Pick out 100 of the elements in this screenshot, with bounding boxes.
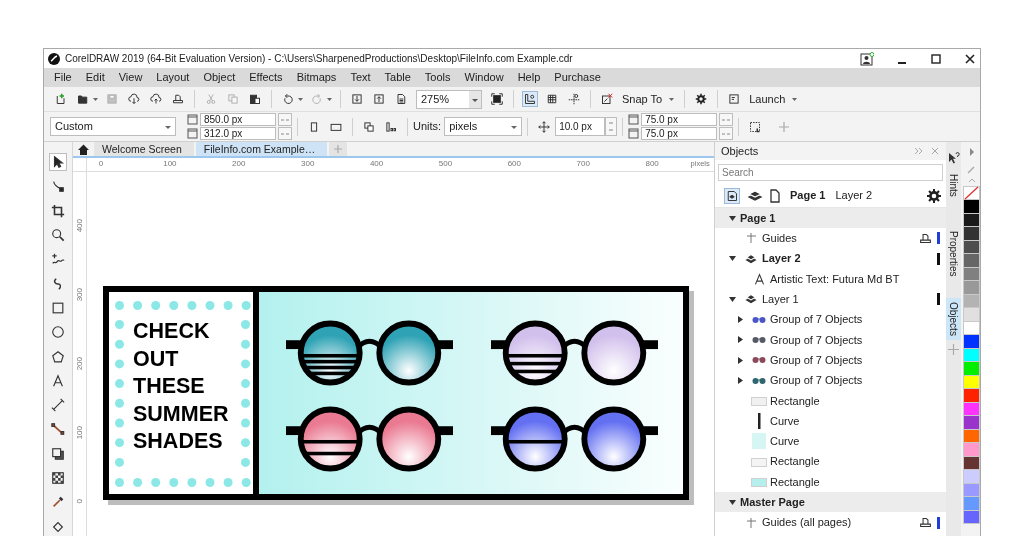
- object-label[interactable]: Group of 7 Objects: [770, 351, 940, 369]
- color-swatch[interactable]: [963, 281, 980, 295]
- maximize-icon[interactable]: [930, 52, 942, 65]
- object-label[interactable]: Artistic Text: Futura Md BT: [770, 270, 940, 288]
- cloud-download-icon[interactable]: [126, 91, 142, 107]
- checkerboard-icon[interactable]: [49, 469, 67, 487]
- color-swatch[interactable]: [963, 470, 980, 484]
- input-field[interactable]: 312.0 px: [200, 127, 276, 140]
- object-label[interactable]: Group of 7 Objects: [770, 311, 940, 328]
- input-field[interactable]: 850.0 px: [200, 113, 276, 126]
- import-icon[interactable]: [349, 91, 365, 107]
- caret-icon[interactable]: [737, 377, 744, 384]
- ruler-icon[interactable]: [522, 91, 538, 107]
- object-label[interactable]: Curve: [770, 412, 940, 430]
- object-label[interactable]: Guides (all pages): [762, 514, 919, 531]
- color-swatch[interactable]: [963, 335, 980, 349]
- layer-label[interactable]: Layer 1: [762, 291, 932, 308]
- side-tab[interactable]: Hints: [946, 170, 961, 201]
- color-swatch[interactable]: [963, 200, 980, 214]
- pointer-icon[interactable]: [49, 153, 67, 172]
- fullscreen-icon[interactable]: [489, 91, 505, 107]
- printer-icon[interactable]: [919, 516, 932, 530]
- page-icon[interactable]: [767, 187, 783, 204]
- menu-item[interactable]: Layout: [149, 68, 197, 87]
- zoom-level-dropdown[interactable]: 275%: [416, 89, 482, 109]
- object-label[interactable]: Group of 7 Objects: [770, 331, 940, 349]
- color-swatch[interactable]: [963, 443, 980, 457]
- snap-off-icon[interactable]: [599, 91, 615, 107]
- menu-item[interactable]: Tools: [417, 68, 458, 87]
- text-object-icon[interactable]: [752, 272, 766, 286]
- ruler-label: 0: [73, 499, 85, 504]
- menu-item[interactable]: File: [47, 68, 79, 87]
- units-label: Units:: [413, 119, 442, 135]
- side-tab[interactable]: Objects: [946, 298, 961, 341]
- layer-label[interactable]: Layer 2: [762, 250, 932, 267]
- no-color-swatch[interactable]: [963, 186, 980, 200]
- printer-icon[interactable]: [919, 231, 932, 245]
- arrow-icon[interactable]: [968, 148, 975, 156]
- document-tab[interactable]: Welcome Screen: [94, 142, 194, 156]
- search-field[interactable]: Search: [718, 164, 943, 181]
- color-swatch[interactable]: [963, 308, 980, 322]
- settings-icon[interactable]: [926, 187, 942, 204]
- window-title: CorelDRAW 2019 (64-Bit Evaluation Version) - C:\Users\SharpenedProductions\Desktop\FileInfo.com Example.cdr: [65, 52, 574, 66]
- object-label[interactable]: Rectangle: [770, 453, 940, 470]
- menu-item[interactable]: Effects: [242, 68, 290, 87]
- page-label[interactable]: Master Page: [740, 494, 940, 511]
- page-dimension-icon: [187, 128, 198, 139]
- object-label[interactable]: Rectangle: [770, 473, 940, 491]
- menu-item[interactable]: Help: [510, 68, 548, 87]
- units-dropdown[interactable]: pixels: [444, 117, 523, 136]
- color-swatch[interactable]: [963, 227, 980, 241]
- duplicate-distance-icon: [628, 128, 640, 139]
- caret-icon[interactable]: [737, 336, 744, 344]
- object-label[interactable]: Rectangle: [770, 392, 940, 410]
- profile-icon[interactable]: [860, 51, 874, 66]
- input-field[interactable]: 10.0 px: [555, 117, 606, 136]
- document-tab[interactable]: FileInfo.com Example…: [195, 142, 328, 156]
- caret-icon[interactable]: [469, 90, 481, 108]
- menu-item[interactable]: Object: [196, 68, 243, 87]
- guides-line-icon: [745, 232, 757, 245]
- close-icon[interactable]: [964, 52, 976, 65]
- menu-item[interactable]: Bitmaps: [289, 68, 344, 87]
- color-swatch[interactable]: [963, 389, 980, 403]
- object-label[interactable]: Curve: [770, 433, 940, 450]
- menu-item[interactable]: Table: [377, 68, 418, 87]
- color-swatch[interactable]: [963, 497, 980, 511]
- input-field[interactable]: 75.0 px: [641, 127, 718, 140]
- page-label[interactable]: Page 1: [740, 209, 940, 227]
- object-label[interactable]: Guides: [762, 230, 919, 247]
- current-page-label: Page 1: [790, 188, 826, 204]
- home-icon[interactable]: [77, 142, 90, 156]
- ruler-label: 0: [97, 158, 105, 170]
- launch-button[interactable]: Launch: [745, 90, 803, 108]
- ruler-label: 800: [644, 158, 660, 170]
- side-tab[interactable]: Properties: [946, 226, 961, 281]
- snap-to-button[interactable]: Snap To: [618, 90, 680, 108]
- page-layer-icon[interactable]: [724, 187, 740, 204]
- help-pointer-icon[interactable]: [947, 152, 960, 166]
- caret-icon[interactable]: [737, 316, 744, 324]
- menu-item[interactable]: View: [111, 68, 150, 87]
- menu-item[interactable]: Window: [457, 68, 511, 87]
- color-swatch[interactable]: [963, 254, 980, 268]
- caret-icon[interactable]: [729, 214, 736, 222]
- menu-item[interactable]: Text: [343, 68, 378, 87]
- menu-item[interactable]: Edit: [78, 68, 112, 87]
- caret-icon[interactable]: [737, 356, 744, 364]
- color-swatch[interactable]: [963, 416, 980, 430]
- caret-icon[interactable]: [729, 295, 736, 303]
- color-swatch[interactable]: [963, 362, 980, 376]
- object-label[interactable]: Group of 7 Objects: [770, 372, 940, 389]
- nudge-icon[interactable]: [536, 118, 553, 135]
- caret-icon[interactable]: [729, 498, 736, 506]
- guides-icon[interactable]: [566, 91, 582, 107]
- cloud-upload-icon[interactable]: [148, 91, 164, 107]
- caret-icon[interactable]: [729, 255, 736, 263]
- input-field[interactable]: 75.0 px: [641, 113, 718, 126]
- page-size-dropdown[interactable]: Custom: [50, 117, 176, 136]
- guides-line-icon: [745, 516, 757, 529]
- menu-item[interactable]: Purchase: [547, 68, 608, 87]
- export-icon[interactable]: [371, 91, 387, 107]
